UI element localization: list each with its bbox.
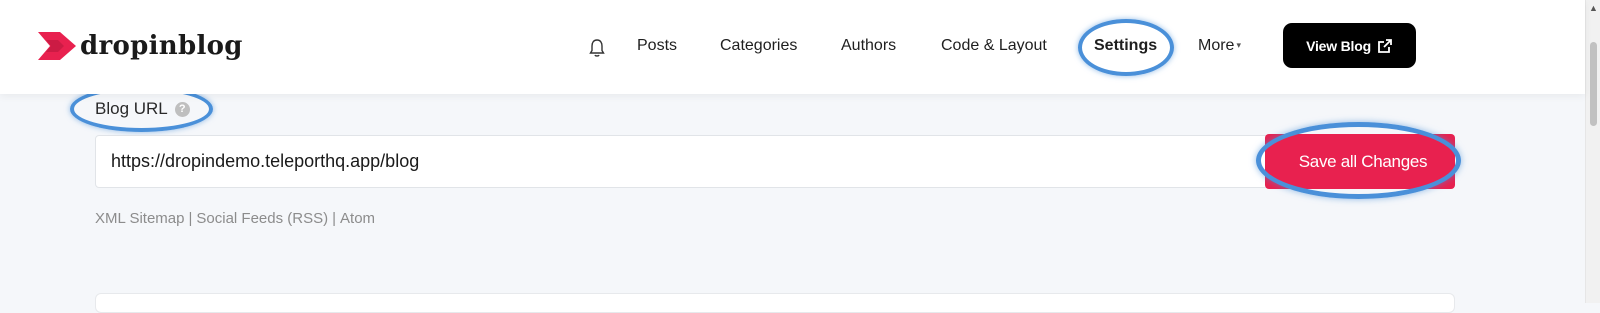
brand-logo[interactable]: dropinblog (38, 30, 243, 62)
page-scrollbar[interactable]: ▲ (1585, 0, 1600, 303)
atom-link[interactable]: Atom (340, 210, 375, 227)
nav-more[interactable]: More ▾ (1198, 37, 1241, 55)
external-link-icon (1378, 38, 1392, 53)
help-icon[interactable]: ? (174, 101, 190, 117)
scroll-up-icon[interactable]: ▲ (1589, 3, 1598, 13)
blog-url-label: Blog URL (95, 99, 168, 118)
social-feeds-link[interactable]: Social Feeds (RSS) (196, 210, 328, 227)
link-separator: | (332, 210, 337, 227)
save-all-changes-button[interactable]: Save all Changes (1265, 134, 1455, 189)
scroll-thumb[interactable] (1590, 42, 1597, 126)
dropinblog-logo-icon (38, 32, 76, 60)
xml-sitemap-link[interactable]: XML Sitemap (95, 210, 184, 227)
view-blog-label: View Blog (1306, 37, 1371, 54)
brand-name: dropinblog (80, 31, 243, 61)
nav-more-label: More (1198, 37, 1235, 54)
blog-url-input[interactable] (95, 135, 1275, 188)
nav-code-layout[interactable]: Code & Layout (941, 37, 1047, 55)
chevron-down-icon: ▾ (1236, 40, 1241, 51)
nav-posts[interactable]: Posts (637, 37, 677, 55)
bell-icon[interactable] (588, 38, 606, 58)
nav-authors[interactable]: Authors (841, 37, 896, 55)
nav-categories[interactable]: Categories (720, 37, 797, 55)
feed-links: XML Sitemap | Social Feeds (RSS) | Atom (95, 210, 375, 227)
top-navbar: dropinblog Posts Categories Authors Code… (0, 0, 1585, 94)
blog-url-label-group: Blog URL ? (95, 98, 190, 120)
view-blog-button[interactable]: View Blog (1283, 23, 1416, 68)
link-separator: | (188, 210, 193, 227)
settings-card (95, 293, 1455, 313)
nav-settings[interactable]: Settings (1094, 37, 1157, 55)
